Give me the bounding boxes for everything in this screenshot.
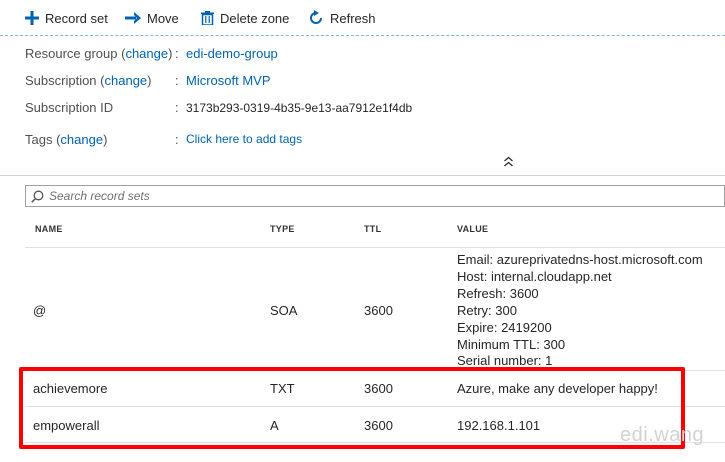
soa-email: Email: azureprivatedns-host.microsoft.co… (457, 252, 703, 267)
arrow-right-icon (125, 12, 141, 24)
column-header-name[interactable]: NAME (35, 224, 63, 234)
refresh-button[interactable]: Refresh (308, 7, 376, 29)
record-value: Email: azureprivatedns-host.microsoft.co… (457, 252, 703, 370)
separator: : (175, 73, 179, 88)
soa-refresh: Refresh: 3600 (457, 285, 539, 301)
column-header-value[interactable]: VALUE (457, 224, 488, 234)
soa-retry: Retry: 300 (457, 302, 517, 318)
highlight-box (19, 367, 685, 449)
subscription-change-link[interactable]: change (105, 73, 148, 88)
trash-icon (201, 11, 214, 25)
tags-label: Tags (change) (25, 132, 108, 147)
record-name: @ (33, 303, 47, 318)
tags-change-link[interactable]: change (60, 132, 103, 147)
plus-icon (25, 11, 39, 25)
separator: : (175, 46, 179, 61)
resource-group-change-link[interactable]: change (125, 46, 168, 61)
refresh-icon (310, 10, 322, 24)
subscription-id-label: Subscription ID (25, 100, 114, 115)
record-ttl: 3600 (364, 303, 393, 318)
separator: : (175, 132, 179, 147)
delete-zone-button[interactable]: Delete zone (201, 7, 289, 29)
header-divider (25, 247, 725, 248)
essentials-divider (0, 175, 725, 176)
watermark: edi.wang (620, 424, 705, 446)
add-record-set-label: Record set (45, 10, 108, 26)
record-type: SOA (270, 303, 298, 318)
column-header-type[interactable]: TYPE (270, 224, 295, 234)
subscription-link[interactable]: Microsoft MVP (186, 73, 271, 88)
move-label: Move (147, 10, 179, 26)
search-icon (31, 190, 44, 203)
resource-group-label: Resource group (change) (25, 46, 173, 61)
add-record-set-button[interactable]: Record set (25, 7, 108, 29)
delete-zone-label: Delete zone (220, 10, 290, 26)
subscription-label: Subscription (change) (25, 73, 152, 88)
resource-group-link[interactable]: edi-demo-group (186, 46, 278, 61)
search-box[interactable] (25, 185, 725, 207)
separator: : (175, 100, 179, 115)
add-tags-link[interactable]: Click here to add tags (186, 132, 302, 146)
column-header-ttl[interactable]: TTL (364, 224, 381, 234)
search-input[interactable] (49, 189, 689, 203)
move-button[interactable]: Move (125, 7, 179, 29)
refresh-label: Refresh (330, 10, 376, 26)
soa-minimum-ttl: Minimum TTL: 300 (457, 336, 566, 352)
subscription-id-value: 3173b293-0319-4b35-9e13-aa7912e1f4db (186, 101, 413, 115)
collapse-chevron-icon[interactable] (503, 156, 514, 168)
soa-expire: Expire: 2419200 (457, 319, 552, 335)
soa-host: Host: internal.cloudapp.net (457, 268, 612, 284)
command-bar: Record set Move Delete zone Refresh (0, 0, 725, 36)
